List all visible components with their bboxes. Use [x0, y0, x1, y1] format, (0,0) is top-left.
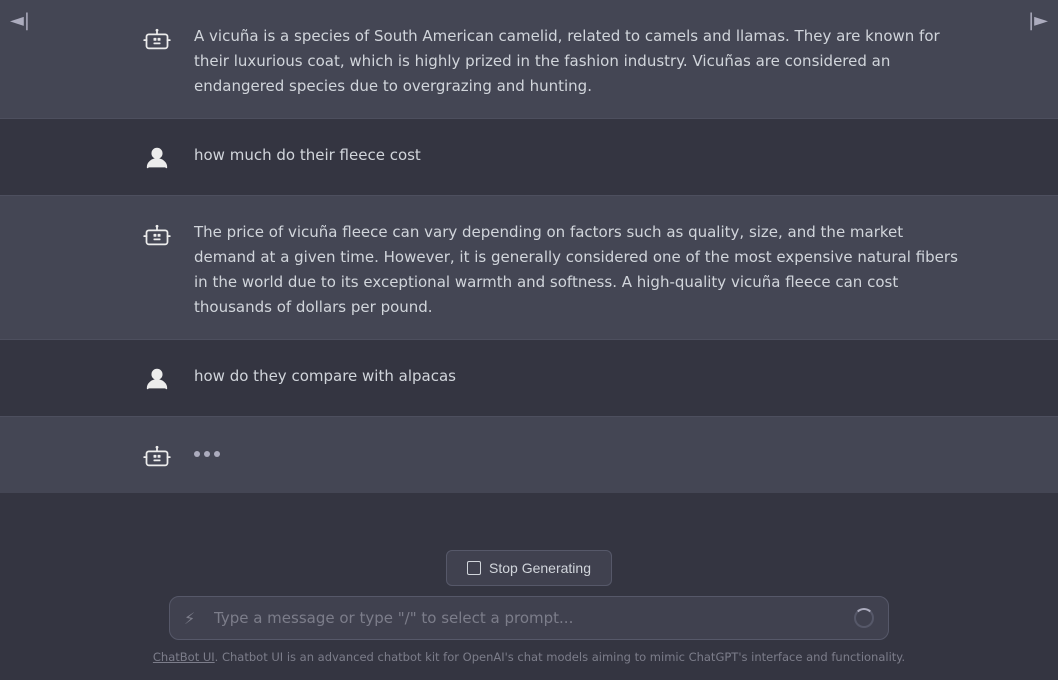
stop-icon — [467, 561, 481, 575]
message-row-assistant-1: A vicuña is a species of South American … — [0, 0, 1058, 118]
message-content-assistant-1: A vicuña is a species of South American … — [194, 20, 958, 98]
message-input-wrapper: ⚡ — [169, 596, 889, 640]
message-row-user-1: how much do their fleece cost — [0, 119, 1058, 195]
message-content-user-1: how much do their fleece cost — [194, 139, 958, 168]
message-row-assistant-2: The price of vicuña fleece can vary depe… — [0, 196, 1058, 339]
bot-icon-typing — [143, 442, 171, 470]
typing-dots — [194, 441, 958, 457]
dot-2 — [204, 451, 210, 457]
loading-spinner — [854, 608, 874, 628]
typing-indicator — [194, 437, 958, 457]
message-input[interactable] — [214, 609, 844, 627]
user-avatar-2 — [140, 362, 174, 396]
footer-description: . Chatbot UI is an advanced chatbot kit … — [215, 650, 905, 664]
collapse-right-button[interactable]: |► — [1028, 10, 1048, 31]
collapse-left-button[interactable]: ◄| — [10, 10, 30, 31]
assistant-avatar-1 — [140, 22, 174, 56]
footer-link[interactable]: ChatBot UI — [153, 650, 215, 664]
stop-generating-button[interactable]: Stop Generating — [446, 550, 612, 586]
stop-generating-label: Stop Generating — [489, 560, 591, 576]
user-icon — [143, 144, 171, 172]
bot-icon-2 — [143, 221, 171, 249]
chat-container: ◄| |► A vicuña is a species of South Ame… — [0, 0, 1058, 680]
bot-icon — [143, 25, 171, 53]
dot-3 — [214, 451, 220, 457]
footer-text: ChatBot UI. Chatbot UI is an advanced ch… — [153, 650, 905, 664]
message-content-user-2: how do they compare with alpacas — [194, 360, 958, 389]
assistant-avatar-2 — [140, 218, 174, 252]
lightning-icon: ⚡ — [184, 609, 195, 628]
dot-1 — [194, 451, 200, 457]
messages-area: A vicuña is a species of South American … — [0, 0, 1058, 540]
bottom-area: Stop Generating ⚡ ChatBot UI. Chatbot UI… — [0, 540, 1058, 680]
message-content-assistant-2: The price of vicuña fleece can vary depe… — [194, 216, 958, 319]
message-row-user-2: how do they compare with alpacas — [0, 340, 1058, 416]
user-avatar-1 — [140, 141, 174, 175]
message-row-assistant-typing — [0, 417, 1058, 493]
assistant-avatar-typing — [140, 439, 174, 473]
user-icon-2 — [143, 365, 171, 393]
